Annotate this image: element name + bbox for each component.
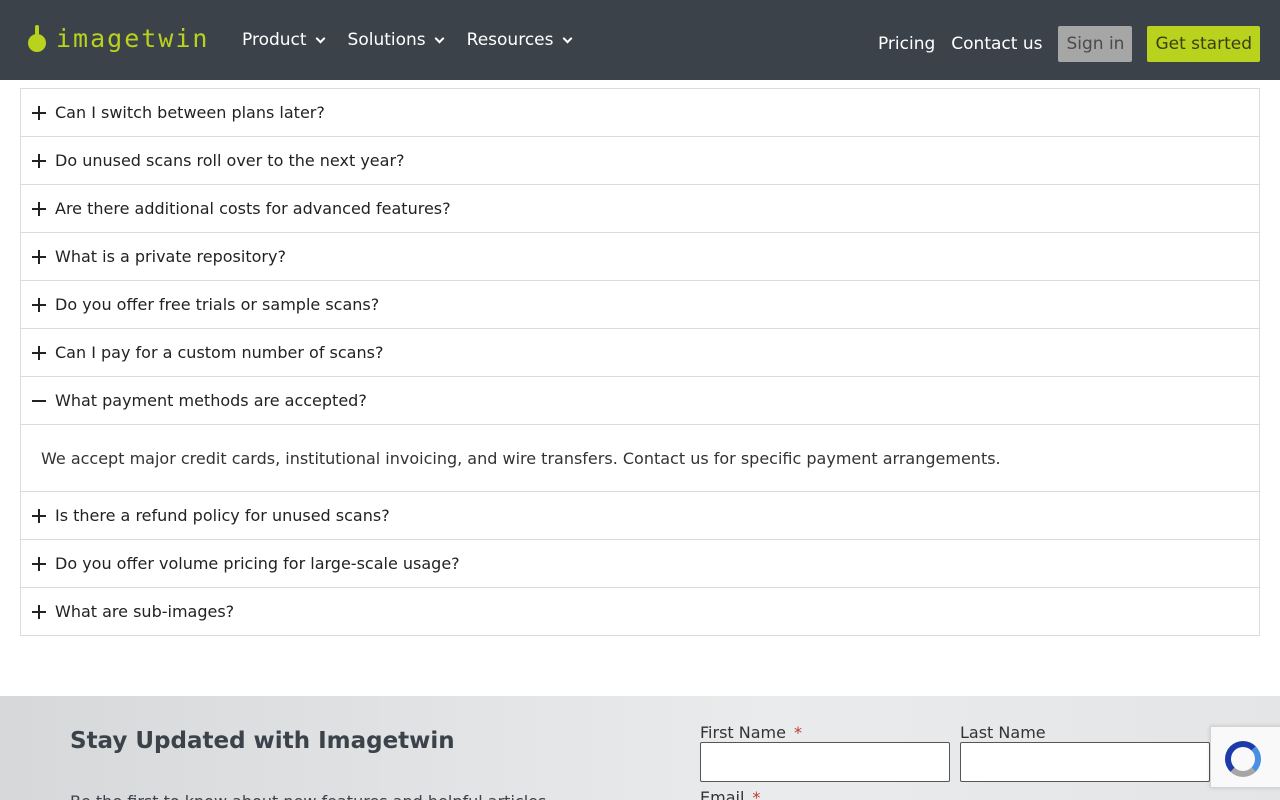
faq-item: Can I pay for a custom number of scans? [21, 328, 1259, 376]
last-name-label: Last Name [960, 723, 1046, 742]
main-nav: Product Solutions Resources [242, 0, 595, 80]
email-label: Email * [700, 788, 760, 800]
required-mark: * [793, 723, 802, 742]
minus-icon [32, 394, 46, 408]
pricing-link[interactable]: Pricing [878, 34, 935, 54]
nav-resources[interactable]: Resources [466, 30, 572, 50]
faq-question-label: Do you offer free trials or sample scans… [55, 295, 380, 314]
recaptcha-icon [1225, 741, 1261, 777]
faq-item: Are there additional costs for advanced … [21, 184, 1259, 232]
imagetwin-logo[interactable]: imagetwin [28, 24, 209, 53]
faq-question-label: Is there a refund policy for unused scan… [55, 506, 390, 525]
faq-question-label: Do unused scans roll over to the next ye… [55, 151, 405, 170]
faq-item: Is there a refund policy for unused scan… [21, 491, 1259, 539]
nav-solutions-label: Solutions [347, 30, 426, 50]
faq-item: Do you offer volume pricing for large-sc… [21, 539, 1259, 587]
plus-icon [32, 297, 46, 312]
faq-question[interactable]: Can I pay for a custom number of scans? [21, 329, 1259, 376]
faq-item: Do you offer free trials or sample scans… [21, 280, 1259, 328]
faq-question[interactable]: Is there a refund policy for unused scan… [21, 492, 1259, 539]
top-navbar: imagetwin Product Solutions Resources Pr… [0, 0, 1280, 80]
newsletter-section: Stay Updated with Imagetwin Be the first… [0, 696, 1280, 800]
faq-question-label: Are there additional costs for advanced … [55, 199, 451, 218]
faq-question[interactable]: What is a private repository? [21, 233, 1259, 280]
faq-question[interactable]: Do unused scans roll over to the next ye… [21, 137, 1259, 184]
recaptcha-widget[interactable] [1210, 726, 1280, 788]
plus-icon [32, 105, 46, 120]
faq-accordion: Can I switch between plans later? Do unus… [20, 88, 1260, 636]
first-name-label: First Name * [700, 723, 802, 742]
newsletter-title: Stay Updated with Imagetwin [70, 728, 455, 754]
faq-question-label: What is a private repository? [55, 247, 286, 266]
faq-question[interactable]: Can I switch between plans later? [21, 89, 1259, 136]
nav-product[interactable]: Product [242, 30, 325, 50]
faq-question-label: What are sub-images? [55, 602, 235, 621]
faq-question-label: Can I switch between plans later? [55, 103, 325, 122]
plus-icon [32, 508, 46, 523]
faq-question[interactable]: Do you offer free trials or sample scans… [21, 281, 1259, 328]
last-name-label-text: Last Name [960, 723, 1046, 742]
plus-icon [32, 201, 46, 216]
plus-icon [32, 249, 46, 264]
faq-question[interactable]: Are there additional costs for advanced … [21, 185, 1259, 232]
sign-in-button[interactable]: Sign in [1058, 26, 1133, 62]
logo-text: imagetwin [56, 24, 210, 53]
required-mark: * [752, 788, 761, 800]
plus-icon [32, 153, 46, 168]
nav-product-label: Product [242, 30, 307, 50]
chevron-down-icon [562, 33, 572, 43]
first-name-label-text: First Name [700, 723, 786, 742]
faq-question-label: What payment methods are accepted? [55, 391, 367, 410]
faq-question-label: Do you offer volume pricing for large-sc… [55, 554, 460, 573]
plus-icon [32, 604, 46, 619]
plus-icon [32, 345, 46, 360]
plus-icon [32, 556, 46, 571]
faq-item: What are sub-images? [21, 587, 1259, 635]
logo-icon [28, 24, 46, 53]
contact-link[interactable]: Contact us [951, 34, 1042, 54]
header-actions: Pricing Contact us Sign in Get started [878, 26, 1260, 62]
faq-question[interactable]: Do you offer volume pricing for large-sc… [21, 540, 1259, 587]
get-started-button[interactable]: Get started [1147, 26, 1260, 62]
newsletter-subtitle: Be the first to know about new features … [70, 792, 546, 800]
nav-resources-label: Resources [466, 30, 554, 50]
faq-question[interactable]: What are sub-images? [21, 588, 1259, 635]
chevron-down-icon [315, 33, 325, 43]
faq-question[interactable]: What payment methods are accepted? [21, 377, 1259, 424]
email-label-text: Email [700, 788, 745, 800]
faq-answer: We accept major credit cards, institutio… [21, 424, 1259, 491]
faq-item: Do unused scans roll over to the next ye… [21, 136, 1259, 184]
first-name-input[interactable] [700, 742, 950, 782]
faq-item: What payment methods are accepted? We acc… [21, 376, 1259, 491]
chevron-down-icon [434, 33, 445, 43]
faq-item: Can I switch between plans later? [21, 89, 1259, 136]
nav-solutions[interactable]: Solutions [347, 30, 445, 50]
last-name-input[interactable] [960, 742, 1210, 782]
faq-item: What is a private repository? [21, 232, 1259, 280]
faq-question-label: Can I pay for a custom number of scans? [55, 343, 384, 362]
